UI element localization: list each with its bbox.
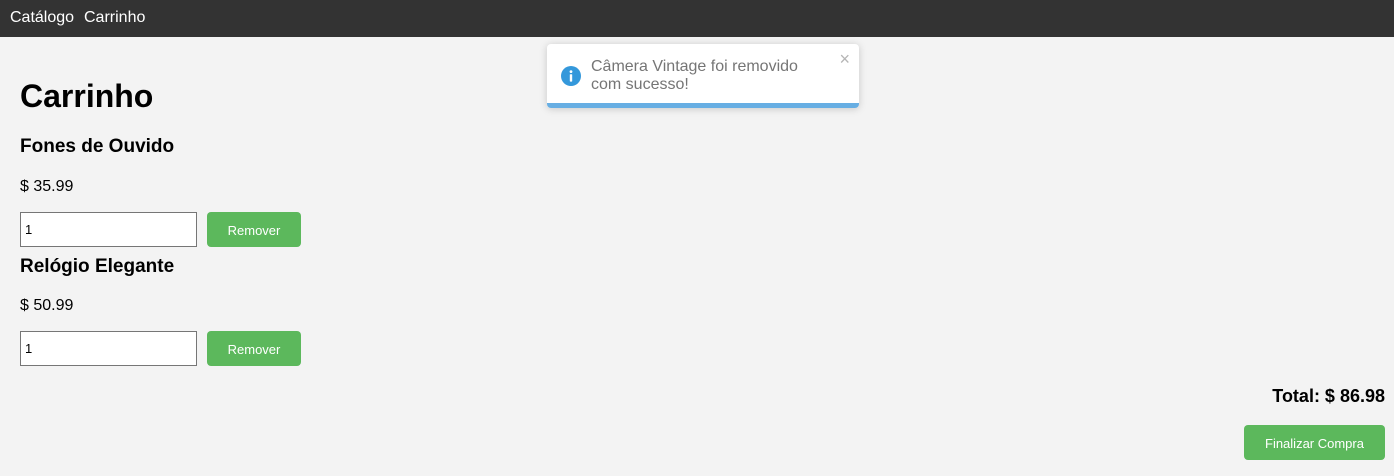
item-price: $ 35.99 xyxy=(20,178,74,195)
item-name: Relógio Elegante xyxy=(20,256,175,277)
item-price: $ 50.99 xyxy=(20,297,74,314)
toast-message: Câmera Vintage foi removido com sucesso! xyxy=(591,58,798,93)
checkout-button[interactable]: Finalizar Compra xyxy=(1244,425,1385,460)
cart-total: Total: $ 86.98 xyxy=(1272,386,1385,406)
nav-link-carrinho[interactable]: Carrinho xyxy=(84,9,145,27)
quantity-input[interactable] xyxy=(20,212,197,247)
page-title: Carrinho xyxy=(20,78,154,114)
toast-notification: Câmera Vintage foi removido com sucesso!… xyxy=(547,44,859,108)
info-icon xyxy=(561,66,581,86)
remove-button[interactable]: Remover xyxy=(207,212,301,247)
top-navbar: Catálogo Carrinho xyxy=(0,0,1394,37)
quantity-input[interactable] xyxy=(20,331,197,366)
toast-progress-bar xyxy=(547,103,859,108)
item-name: Fones de Ouvido xyxy=(20,136,175,157)
close-icon[interactable]: × xyxy=(839,50,850,68)
remove-button[interactable]: Remover xyxy=(207,331,301,366)
nav-link-catalogo[interactable]: Catálogo xyxy=(10,9,74,27)
